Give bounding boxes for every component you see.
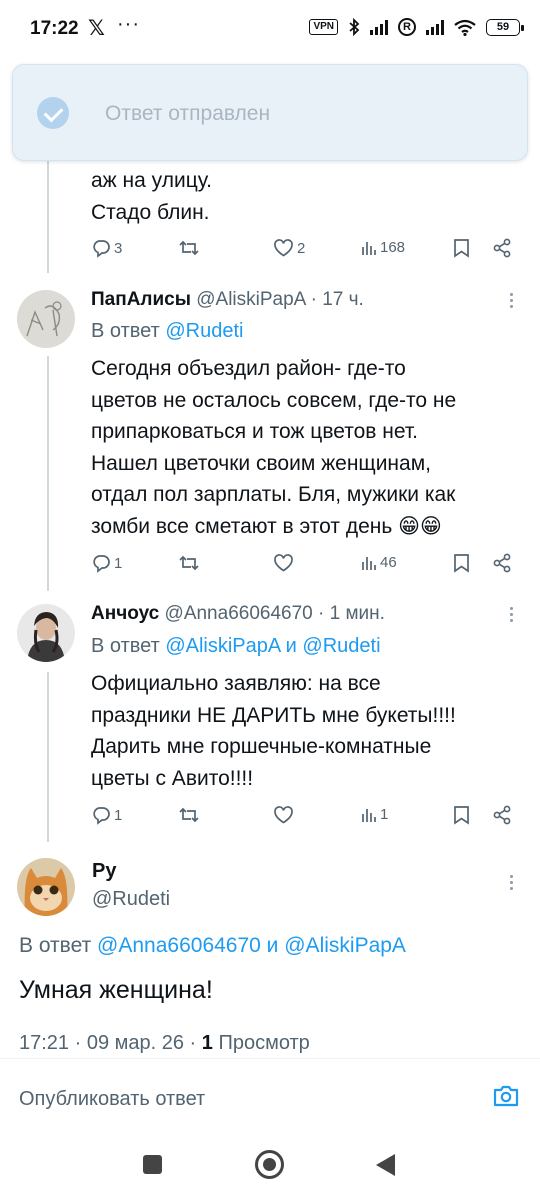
timestamp: · 1 мин. (318, 603, 385, 624)
check-circle-icon (37, 97, 69, 129)
timestamp: · 17 ч. (310, 289, 364, 310)
like-button[interactable] (273, 805, 297, 825)
reply-input[interactable]: Опубликовать ответ (19, 1088, 205, 1111)
retweet-icon (179, 807, 199, 823)
display-name[interactable]: ПапАлисы (91, 289, 191, 310)
retweet-button[interactable] (178, 238, 203, 258)
reply-mention-link[interactable]: @AliskiPapA и @Rudeti (165, 635, 380, 657)
reply-mention-link[interactable]: @Rudeti (165, 320, 243, 342)
views-icon (362, 557, 376, 570)
views-icon (362, 809, 376, 822)
tweet-actions: 1 1 (91, 805, 521, 829)
retweet-icon (179, 555, 199, 571)
bookmark-button[interactable] (453, 805, 470, 825)
replying-to: В ответ @Anna66064670 и @AliskiPapA (19, 934, 406, 957)
tweet-text: Умная женщина! (19, 976, 213, 1004)
more-options-icon[interactable] (510, 293, 514, 311)
retweet-icon (179, 240, 199, 256)
reply-icon (93, 807, 110, 825)
system-nav-bar (0, 1120, 540, 1200)
tweet-header: ПапАлисы @AliskiPapA · 17 ч. (91, 289, 364, 311)
avatar[interactable] (17, 604, 75, 662)
tweet-actions: 1 46 (91, 553, 521, 577)
views-count[interactable]: 1 (202, 1032, 213, 1054)
tweet[interactable]: Анчоус @Anna66064670 · 1 мин. В ответ @A… (0, 597, 540, 847)
heart-icon (274, 806, 293, 824)
replying-to: В ответ @Rudeti (91, 320, 244, 342)
replying-to: В ответ @AliskiPapA и @Rudeti (91, 635, 381, 657)
reply-button[interactable]: 3 (91, 238, 122, 258)
views-button[interactable]: 1 (361, 805, 388, 823)
reply-icon (93, 240, 110, 258)
toast-reply-sent: Ответ отправлен (12, 64, 528, 161)
heart-icon (274, 239, 293, 257)
display-name[interactable]: Анчоус (91, 603, 159, 624)
views-button[interactable]: 46 (361, 553, 397, 571)
recents-button[interactable] (143, 1155, 162, 1174)
toast-text: Ответ отправлен (105, 102, 271, 125)
reply-icon (93, 555, 110, 573)
share-button[interactable] (492, 553, 512, 573)
bookmark-icon (454, 239, 469, 258)
tweet-meta: 17:21 · 09 мар. 26 · 1 Просмотр (19, 1032, 310, 1054)
tweet-text: аж на улицу. Стадо блин. (91, 169, 212, 224)
handle[interactable]: @Anna66064670 (165, 603, 313, 624)
back-button[interactable] (376, 1154, 395, 1176)
tweet[interactable]: ПапАлисы @AliskiPapA · 17 ч. В ответ @Ru… (0, 280, 540, 600)
tweet-text: Сегодня объездил район- где-то цветов не… (91, 357, 457, 538)
views-button[interactable]: 168 (361, 238, 405, 256)
retweet-button[interactable] (178, 805, 203, 825)
bookmark-button[interactable] (453, 238, 470, 258)
more-options-icon[interactable] (510, 607, 514, 625)
share-button[interactable] (492, 238, 512, 258)
tweet-text: Официально заявляю: на все праздники НЕ … (91, 672, 456, 790)
handle[interactable]: @AliskiPapA (196, 289, 305, 310)
more-options-icon[interactable] (510, 875, 514, 893)
share-icon (493, 553, 511, 573)
heart-icon (274, 554, 293, 572)
like-button[interactable] (273, 553, 297, 573)
reply-composer[interactable]: Опубликовать ответ (0, 1058, 540, 1120)
share-button[interactable] (492, 805, 512, 825)
retweet-button[interactable] (178, 553, 203, 573)
share-icon (493, 805, 511, 825)
reply-mention-link[interactable]: @Anna66064670 и @AliskiPapA (97, 934, 406, 957)
bookmark-icon (454, 806, 469, 825)
avatar[interactable] (17, 290, 75, 348)
tweet-header: Анчоус @Anna66064670 · 1 мин. (91, 603, 385, 625)
camera-icon[interactable] (492, 1084, 520, 1108)
reply-button[interactable]: 1 (91, 553, 122, 573)
display-name[interactable]: Ру (92, 860, 116, 883)
bookmark-icon (454, 554, 469, 573)
tweet-actions: 3 2 168 (91, 238, 521, 262)
like-button[interactable]: 2 (273, 238, 305, 258)
bookmark-button[interactable] (453, 553, 470, 573)
share-icon (493, 238, 511, 258)
reply-button[interactable]: 1 (91, 805, 122, 825)
handle[interactable]: @Rudeti (92, 888, 170, 911)
views-icon (362, 242, 376, 255)
home-button[interactable] (255, 1150, 284, 1179)
avatar[interactable] (17, 858, 75, 916)
